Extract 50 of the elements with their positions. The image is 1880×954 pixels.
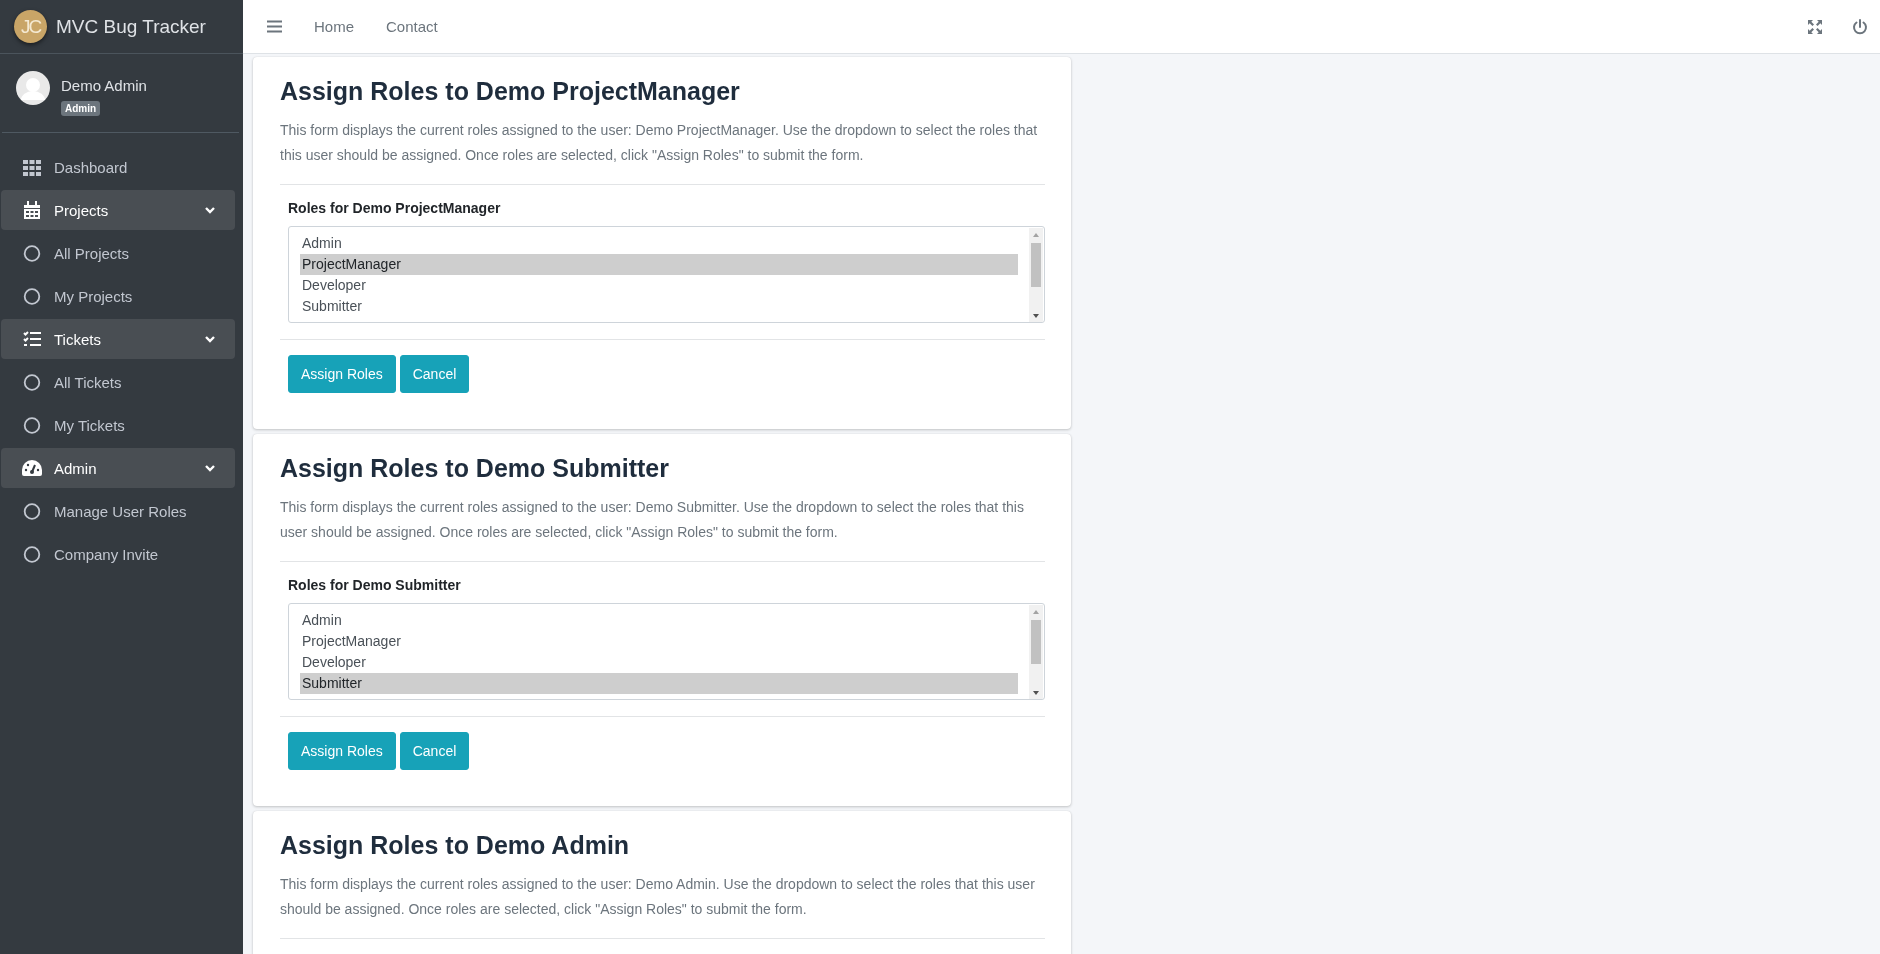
logo: JC xyxy=(14,10,47,43)
nav-link[interactable]: My Tickets xyxy=(1,404,235,447)
form-title: Assign Roles to Demo ProjectManager xyxy=(280,77,741,106)
menu-icon[interactable] xyxy=(267,20,282,33)
form-title: Assign Roles to Demo Admin xyxy=(280,831,631,860)
form-description: This form displays the current roles assigned to the user: Demo Submitter. Use the dropdown to select the roles that this user should be assigned. Once roles are selected, click "Assign Roles" to submit the form. xyxy=(280,498,1025,542)
nav-link[interactable]: My Projects xyxy=(1,275,235,318)
role-option[interactable]: Admin xyxy=(300,610,1018,631)
roles-listbox[interactable]: Admin ProjectManager Developer Submitter xyxy=(288,226,1045,323)
role-option[interactable]: Admin xyxy=(300,233,1018,254)
avatar-icon xyxy=(16,71,50,105)
nav-group[interactable]: Admin xyxy=(1,448,235,488)
power-icon[interactable] xyxy=(1852,18,1868,35)
nav-link[interactable]: Contact xyxy=(386,18,438,35)
nav-link[interactable]: Dashboard xyxy=(1,146,235,189)
circle-icon xyxy=(22,374,42,391)
circle-icon xyxy=(22,288,42,305)
field-label: Roles for Demo ProjectManager xyxy=(288,200,502,216)
checklist-icon xyxy=(22,331,42,347)
nav-link[interactable]: All Tickets xyxy=(1,361,235,404)
nav-group[interactable]: Projects xyxy=(1,190,235,230)
circle-icon xyxy=(22,546,42,563)
role-option[interactable]: Submitter xyxy=(300,673,1018,694)
nav-link[interactable]: Company Invite xyxy=(1,533,235,576)
fullscreen-icon[interactable] xyxy=(1808,19,1822,34)
form-description: This form displays the current roles assigned to the user: Demo ProjectManager. Use the dropdown to select the roles that this user should be assigned. Once roles are selected, click "Assign Roles" to submit the form. xyxy=(280,121,1039,165)
roles-listbox[interactable]: Admin ProjectManager Developer Submitter xyxy=(288,603,1045,700)
scrollbar[interactable] xyxy=(1029,605,1043,699)
grid-icon xyxy=(22,159,42,176)
nav-link[interactable]: Manage User Roles xyxy=(1,490,235,533)
scrollbar[interactable] xyxy=(1029,228,1043,322)
calendar-icon xyxy=(22,201,42,219)
circle-icon xyxy=(22,245,42,262)
role-badge: Admin xyxy=(61,101,101,116)
role-option[interactable]: ProjectManager xyxy=(300,254,1018,275)
circle-icon xyxy=(22,417,42,434)
role-option[interactable]: ProjectManager xyxy=(300,631,1018,652)
app-title: MVC Bug Tracker xyxy=(56,15,206,38)
role-option[interactable]: Submitter xyxy=(300,296,1018,317)
role-option[interactable]: Developer xyxy=(300,275,1018,296)
user-name: Demo Admin xyxy=(61,77,147,94)
field-label: Roles for Demo Submitter xyxy=(288,577,462,593)
gauge-icon xyxy=(22,460,42,476)
form-title: Assign Roles to Demo Submitter xyxy=(280,454,670,483)
role-option[interactable]: Developer xyxy=(300,652,1018,673)
form-description: This form displays the current roles assigned to the user: Demo Admin. Use the dropdown to select the roles that this user should be assigned. Once roles are selected, click "Assign Roles" to submit the form. xyxy=(280,875,1036,919)
circle-icon xyxy=(22,503,42,520)
nav-group[interactable]: Tickets xyxy=(1,319,235,359)
nav-link[interactable]: All Projects xyxy=(1,232,235,275)
nav-link[interactable]: Home xyxy=(314,18,354,35)
